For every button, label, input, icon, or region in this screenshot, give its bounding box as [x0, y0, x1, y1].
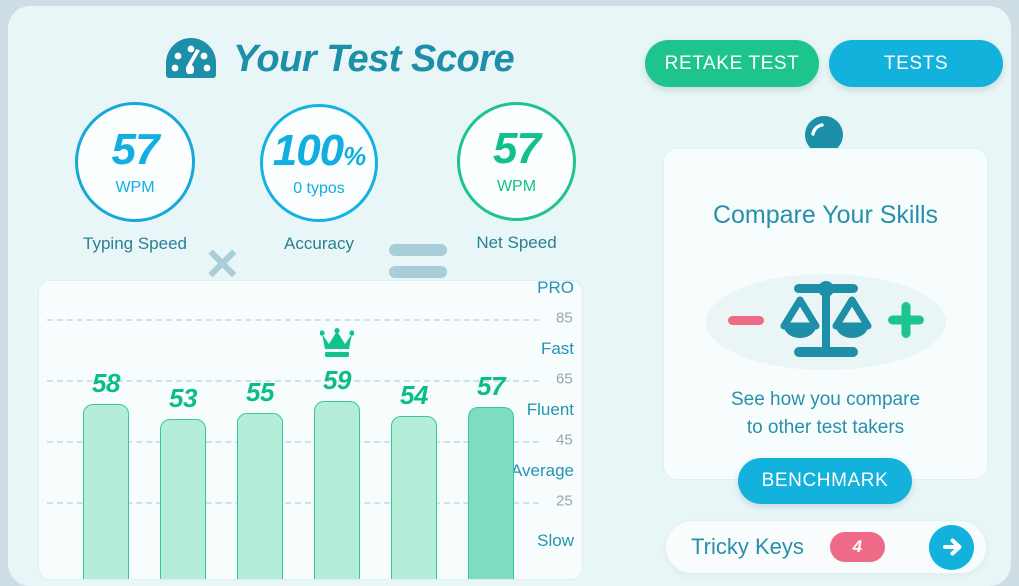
chart-bar[interactable] — [314, 401, 360, 579]
accuracy-stat: 100% 0 typos Accuracy — [260, 104, 378, 254]
net-speed-stat: 57 WPM Net Speed — [457, 102, 576, 253]
benchmark-button[interactable]: BENCHMARK — [738, 458, 912, 504]
percent-sign: % — [343, 140, 366, 171]
crown-icon — [319, 328, 355, 363]
band-label: PRO — [537, 280, 574, 298]
chart-bar[interactable] — [468, 407, 514, 579]
compare-subtitle: See how you compare to other test takers — [664, 386, 987, 441]
chart-bar[interactable] — [237, 413, 283, 579]
compare-title: Compare Your Skills — [712, 201, 939, 229]
accuracy-number: 100 — [272, 125, 344, 175]
tricky-keys-badge: 4 — [829, 532, 885, 562]
chart-bar[interactable] — [160, 419, 206, 579]
history-chart: PRO Fast Fluent Average Slow 58 53 55 59 54 57 — [38, 280, 583, 580]
y-axis-tick: 65 — [556, 370, 573, 388]
typing-speed-stat: 57 WPM Typing Speed — [75, 102, 195, 254]
band-label: Fast — [540, 339, 574, 359]
band-label: Fluent — [526, 400, 574, 420]
y-axis-tick: 45 — [556, 431, 573, 449]
typing-speed-unit: WPM — [115, 178, 155, 196]
band-label: Slow — [537, 531, 574, 551]
bar-value-label: 58 — [92, 368, 120, 399]
net-speed-caption: Net Speed — [476, 233, 557, 252]
bar-value-label: 53 — [169, 383, 197, 414]
tests-button[interactable]: TESTS — [829, 40, 1003, 87]
speedometer-icon — [163, 34, 219, 84]
typos-count: 0 typos — [293, 179, 345, 197]
score-summary: 57 WPM Typing Speed × 100% 0 typos Accur… — [8, 102, 608, 291]
balance-scale-icon — [772, 278, 880, 367]
balance-scale-illustration — [705, 274, 946, 370]
chart-bar[interactable] — [391, 416, 437, 579]
compare-subtitle-line1: See how you compare — [730, 389, 921, 410]
compare-skills-card: Compare Your Skills See how you compare … — [663, 148, 988, 480]
net-speed-value: 57 — [493, 124, 541, 173]
arrow-right-icon[interactable] — [929, 524, 974, 570]
accuracy-caption: Accuracy — [284, 234, 354, 253]
equals-icon — [389, 244, 447, 278]
tricky-keys-row[interactable]: Tricky Keys 4 — [665, 520, 987, 574]
compare-subtitle-line2: to other test takers — [746, 416, 905, 438]
bar-value-label: 54 — [400, 380, 428, 411]
y-axis-tick: 25 — [556, 492, 573, 510]
app-window: Your Test Score RETAKE TEST TESTS 57 WPM… — [8, 6, 1011, 586]
plus-icon — [886, 300, 926, 345]
typing-speed-circle: 57 WPM — [75, 102, 195, 222]
page-title: Your Test Score — [233, 37, 515, 80]
accuracy-circle: 100% 0 typos — [260, 104, 378, 222]
net-speed-unit: WPM — [496, 178, 537, 195]
page-header: Your Test Score — [163, 34, 515, 84]
tricky-keys-label: Tricky Keys — [691, 534, 804, 559]
minus-icon — [726, 303, 766, 342]
bar-value-label: 57 — [477, 371, 505, 402]
net-speed-circle: 57 WPM — [457, 102, 576, 221]
chart-bar[interactable] — [83, 404, 129, 579]
accuracy-value: 100% — [272, 125, 367, 175]
y-axis-tick: 85 — [556, 309, 573, 327]
chart-bars: 58 53 55 59 54 57 — [69, 281, 529, 579]
typing-speed-value: 57 — [111, 124, 160, 174]
retake-test-button[interactable]: RETAKE TEST — [645, 40, 819, 87]
bar-value-label: 59 — [323, 365, 351, 396]
bar-value-label: 55 — [246, 377, 274, 408]
typing-speed-caption: Typing Speed — [83, 234, 187, 253]
